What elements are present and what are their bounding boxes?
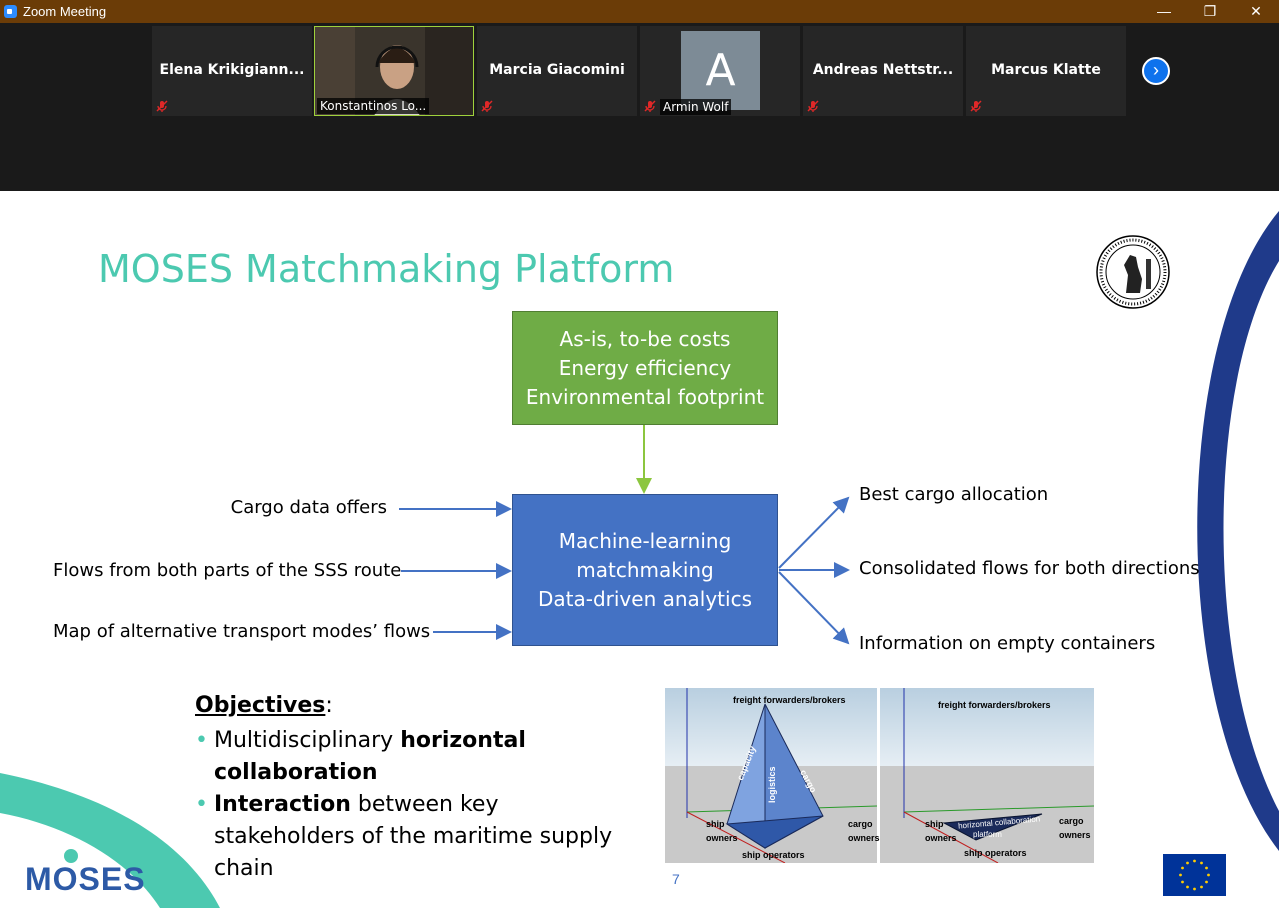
muted-mic-icon bbox=[807, 100, 819, 112]
participant-name: Konstantinos Lo... bbox=[317, 98, 430, 114]
box-line: As-is, to-be costs bbox=[559, 326, 731, 351]
bullet-dot: • bbox=[195, 728, 208, 753]
objectives-colon: : bbox=[325, 693, 333, 718]
input-label: Flows from both parts of the SSS route bbox=[53, 560, 402, 581]
participant-tile[interactable]: Andreas Nettstr... bbox=[803, 26, 963, 116]
diagram-label: cargo bbox=[848, 819, 873, 829]
input-label: Cargo data offers bbox=[230, 497, 387, 518]
participant-name: Marcus Klatte bbox=[991, 62, 1101, 78]
muted-mic-icon bbox=[156, 100, 168, 112]
diagram-label: ship bbox=[925, 819, 944, 829]
eu-flag-icon bbox=[1163, 854, 1226, 896]
box-line: Environmental footprint bbox=[525, 384, 765, 409]
participant-tile[interactable]: Marcus Klatte bbox=[966, 26, 1126, 116]
output-label: Information on empty containers bbox=[859, 633, 1156, 654]
university-seal-icon bbox=[1096, 235, 1170, 309]
participant-tile[interactable]: A Armin Wolf bbox=[640, 26, 800, 116]
restore-button[interactable]: ❐ bbox=[1187, 0, 1233, 23]
diagram-face-label: logistics bbox=[767, 766, 777, 803]
participant-gallery: Elena Krikigiann... Konstantinos Lo... M… bbox=[0, 23, 1279, 191]
page-number: 7 bbox=[672, 871, 680, 887]
diagram-platform-label: platform bbox=[973, 830, 1002, 839]
cost-metrics-box: As-is, to-be costs Energy efficiency Env… bbox=[512, 311, 778, 425]
diagram-label: cargo bbox=[1059, 816, 1084, 826]
output-label: Best cargo allocation bbox=[859, 484, 1049, 505]
diagram-label: owners bbox=[925, 833, 957, 843]
box-line: Energy efficiency bbox=[558, 355, 732, 380]
muted-mic-icon bbox=[481, 100, 493, 112]
input-label: Map of alternative transport modes’ flow… bbox=[53, 621, 431, 642]
objectives-section: Objectives: • Multidisciplinary horizont… bbox=[195, 693, 612, 881]
objectives-heading: Objectives bbox=[195, 693, 326, 718]
participant-tile[interactable]: Marcia Giacomini bbox=[477, 26, 637, 116]
bullet-text: Multidisciplinary bbox=[214, 728, 401, 753]
box-line: Data-driven analytics bbox=[537, 586, 752, 611]
diagram-label: freight forwarders/brokers bbox=[938, 700, 1051, 710]
participant-name: Andreas Nettstr... bbox=[812, 62, 954, 78]
output-label: Consolidated flows for both directions bbox=[859, 558, 1200, 579]
close-button[interactable]: ✕ bbox=[1233, 0, 1279, 23]
platform-diagram: freight forwarders/brokers ship owners c… bbox=[880, 688, 1094, 863]
window-title: Zoom Meeting bbox=[23, 4, 107, 19]
box-line: matchmaking bbox=[576, 557, 714, 582]
participant-name: Marcia Giacomini bbox=[489, 62, 625, 78]
navy-arc-shape bbox=[1197, 211, 1279, 851]
pyramid-diagram: freight forwarders/brokers ship owners c… bbox=[665, 688, 880, 863]
participant-tile[interactable]: Elena Krikigiann... bbox=[152, 26, 312, 116]
bullet-bold-text: Interaction bbox=[214, 792, 351, 817]
participant-tile-active-speaker[interactable]: Konstantinos Lo... bbox=[314, 26, 474, 116]
gallery-next-button[interactable]: › bbox=[1142, 57, 1170, 85]
muted-mic-icon bbox=[644, 100, 656, 112]
bullet-dot: • bbox=[195, 792, 208, 817]
ml-matchmaking-box: Machine-learning matchmaking Data-driven… bbox=[512, 494, 778, 646]
diagram-label: freight forwarders/brokers bbox=[733, 695, 846, 705]
muted-mic-icon bbox=[970, 100, 982, 112]
moses-logo: MOSES bbox=[25, 861, 146, 897]
diagram-label: owners bbox=[1059, 830, 1091, 840]
shared-slide: MOSES Matchmaking Platform As-is, to-be … bbox=[0, 191, 1279, 908]
minimize-button[interactable]: — bbox=[1141, 0, 1187, 23]
diagram-label: ship operators bbox=[742, 850, 805, 860]
participant-name: Armin Wolf bbox=[660, 99, 732, 115]
window-titlebar: Zoom Meeting — ❐ ✕ bbox=[0, 0, 1279, 23]
diagram-label: owners bbox=[706, 833, 738, 843]
arrow-output-1 bbox=[778, 496, 850, 569]
arrow-output-3 bbox=[778, 571, 850, 645]
zoom-logo-icon bbox=[4, 5, 17, 18]
diagram-label: ship bbox=[706, 819, 725, 829]
slide-title: MOSES Matchmaking Platform bbox=[98, 247, 675, 291]
diagram-label: owners bbox=[848, 833, 880, 843]
diagram-label: ship operators bbox=[964, 848, 1027, 858]
participant-name: Elena Krikigiann... bbox=[159, 62, 305, 78]
chevron-right-icon: › bbox=[1153, 60, 1159, 80]
box-line: Machine-learning bbox=[558, 528, 732, 553]
